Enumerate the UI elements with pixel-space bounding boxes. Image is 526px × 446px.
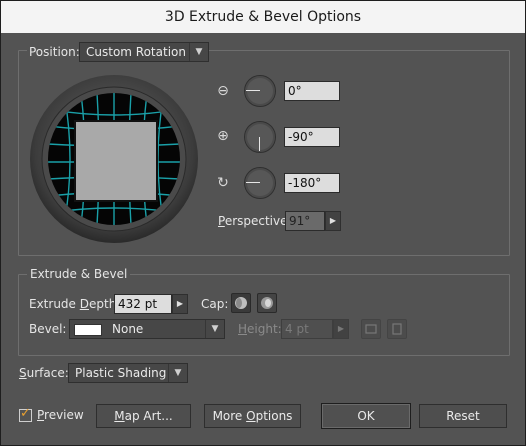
- map-art-button[interactable]: Map Art...: [96, 404, 191, 428]
- x-rotation-field[interactable]: 0°: [284, 81, 340, 101]
- extrude-bevel-group: [18, 274, 510, 356]
- checkmark-icon: ✓: [20, 406, 31, 421]
- dialog-title: 3D Extrude & Bevel Options: [1, 1, 525, 33]
- cube-face: [74, 120, 158, 202]
- perspective-slider-button[interactable]: ▶: [325, 211, 341, 231]
- chevron-down-icon: ▼: [189, 43, 208, 61]
- chevron-down-icon: ▼: [205, 320, 224, 338]
- dialog-window: 3D Extrude & Bevel Options Position: Cus…: [0, 0, 526, 446]
- track-cube[interactable]: [29, 74, 199, 244]
- surface-label: Surface:: [19, 366, 69, 380]
- position-label: Position:: [27, 45, 82, 59]
- dial-hand: [246, 90, 260, 91]
- position-dropdown[interactable]: Custom Rotation ▼: [79, 42, 209, 62]
- cap-label: Cap:: [201, 297, 229, 311]
- preview-checkbox[interactable]: ✓: [19, 406, 32, 422]
- perspective-label: Perspective:: [218, 214, 292, 228]
- z-rotation-field[interactable]: -180°: [284, 173, 340, 193]
- reset-button[interactable]: Reset: [419, 404, 507, 428]
- y-rotation-field[interactable]: -90°: [284, 127, 340, 147]
- dial-hand: [246, 182, 260, 183]
- more-options-button[interactable]: More Options: [204, 404, 301, 428]
- perspective-field[interactable]: 91°: [285, 211, 325, 231]
- height-label: Height:: [238, 322, 282, 336]
- cap-off-button[interactable]: [257, 293, 277, 313]
- preview-label[interactable]: Preview: [37, 408, 84, 422]
- extrude-depth-field[interactable]: 432 pt: [114, 294, 172, 314]
- height-field[interactable]: 4 pt: [281, 319, 333, 339]
- x-rotation-dial[interactable]: [244, 75, 276, 107]
- extrude-depth-slider-button[interactable]: ▶: [172, 294, 188, 314]
- bevel-extent-in-button[interactable]: [387, 319, 407, 339]
- y-rotation-dial[interactable]: [244, 121, 276, 153]
- height-slider-button[interactable]: ▶: [333, 319, 349, 339]
- bevel-dropdown[interactable]: None ▼: [69, 319, 225, 339]
- bevel-extent-out-button[interactable]: [361, 319, 381, 339]
- dial-hand: [259, 137, 260, 151]
- chevron-down-icon: ▼: [168, 364, 187, 382]
- z-rotation-dial[interactable]: [244, 167, 276, 199]
- cap-on-icon: [235, 297, 247, 309]
- surface-dropdown[interactable]: Plastic Shading ▼: [68, 363, 188, 383]
- y-axis-rotation-icon: ⊕: [217, 128, 229, 144]
- track-cube-graphic: [30, 75, 198, 243]
- bevel-out-icon: [365, 324, 377, 334]
- bevel-in-icon: [392, 323, 402, 335]
- bevel-label: Bevel:: [29, 322, 67, 336]
- extrude-depth-label: Extrude Depth:: [29, 297, 121, 311]
- extrude-bevel-group-title: Extrude & Bevel: [27, 267, 131, 281]
- x-axis-rotation-icon: ⊖: [217, 83, 229, 99]
- cap-on-button[interactable]: [231, 293, 251, 313]
- z-axis-rotation-icon: ↻: [217, 175, 229, 191]
- bevel-preview-swatch: [74, 323, 102, 336]
- ok-button[interactable]: OK: [321, 403, 411, 429]
- cap-off-icon: [261, 297, 273, 309]
